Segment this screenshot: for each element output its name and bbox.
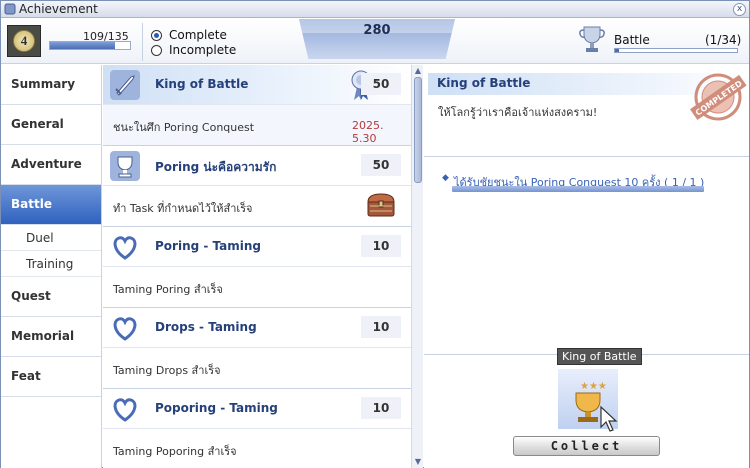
header-bar: 4 109/135 Complete Incomplete 280 Battle… [1,19,749,64]
achievement-desc: ทำ Task ที่กำหนดไว้ให้สำเร็จ [113,202,253,215]
level-number: 4 [13,30,35,52]
category-progress-fill [615,49,619,52]
sidebar-item-feat[interactable]: Feat [1,357,101,397]
list-item-body[interactable]: Taming Drops สำเร็จ [103,348,411,388]
list-scrollbar[interactable]: ▲ ▼ [411,65,423,468]
trophy-icon [110,151,140,181]
header-divider [142,23,143,61]
sword-icon [110,70,140,100]
total-points-box: 280 [299,19,455,59]
list-item-body[interactable]: ชนะในศึก Poring Conquest 2025. 5.30 [103,105,411,145]
heart-icon [113,398,137,422]
list-item[interactable]: Poporing - Taming 10 Taming Poporing สำเ… [103,389,411,468]
category-label: Battle [614,33,650,47]
level-badge: 4 [7,25,41,57]
scroll-up-icon[interactable]: ▲ [413,66,423,76]
achievement-score: 10 [361,235,401,257]
achievement-score: 10 [361,316,401,338]
detail-title: King of Battle [437,76,531,90]
achievement-name: King of Battle [155,77,249,91]
achievement-window: Achievement x 4 109/135 Complete Incompl… [0,0,750,468]
chest-icon [367,193,395,217]
category-progress-bar [614,48,738,53]
sidebar-item-training[interactable]: Training [1,251,101,277]
filter-incomplete-label: Incomplete [169,43,237,57]
achievement-desc: Taming Drops สำเร็จ [113,364,221,377]
list-item[interactable]: Poring - Taming 10 Taming Poring สำเร็จ [103,227,411,308]
achievement-desc: Taming Poporing สำเร็จ [113,445,237,458]
filter-complete-label: Complete [169,28,227,42]
achievement-score: 10 [361,397,401,419]
heart-icon [113,236,137,260]
list-item-body[interactable]: Taming Poporing สำเร็จ [103,429,411,468]
achievement-list: King of Battle 50 ชนะในศึก Poring Conque… [103,65,411,468]
title-bar[interactable]: Achievement x [1,1,749,18]
achievement-name: Drops - Taming [155,320,257,334]
sidebar-item-battle[interactable]: Battle [1,185,101,225]
filter-complete[interactable]: Complete [151,28,227,42]
detail-divider [424,156,749,157]
list-item-body[interactable]: Taming Poring สำเร็จ [103,267,411,307]
list-item[interactable]: King of Battle 50 ชนะในศึก Poring Conque… [103,65,411,146]
list-item[interactable]: Poring น่ะคือความรัก 50 ทำ Task ที่กำหนด… [103,146,411,227]
total-progress-bar [49,41,131,50]
requirement-progress-bar [452,186,704,192]
scroll-thumb[interactable] [414,77,422,183]
trophy-icon [579,26,605,52]
achievement-name: Poporing - Taming [155,401,278,415]
sidebar-item-adventure[interactable]: Adventure [1,145,101,185]
total-points: 280 [363,23,391,38]
list-item-header[interactable]: Poring น่ะคือความรัก 50 [103,146,411,186]
achievement-score: 50 [361,154,401,176]
achievement-score: 50 [361,73,401,95]
category-sidebar: Summary General Adventure Battle Duel Tr… [1,65,102,468]
list-item[interactable]: Drops - Taming 10 Taming Drops สำเร็จ [103,308,411,389]
achievement-name: Poring น่ะคือความรัก [155,160,277,174]
category-count: (1/34) [705,33,742,47]
achievement-name: Poring - Taming [155,239,262,253]
total-progress-fill [50,42,115,49]
window-icon [4,3,16,15]
list-item-header[interactable]: Drops - Taming 10 [103,308,411,348]
window-title: Achievement [19,2,98,16]
list-item-header[interactable]: Poporing - Taming 10 [103,389,411,429]
completed-stamp: COMPLETED [689,73,747,121]
filter-incomplete[interactable]: Incomplete [151,43,236,57]
achievement-detail: King of Battle ให้โลกรู้ว่าเราคือเจ้าแห่… [424,65,749,468]
mouse-cursor-icon [600,405,618,432]
list-item-header[interactable]: Poring - Taming 10 [103,227,411,267]
sidebar-item-memorial[interactable]: Memorial [1,317,101,357]
radio-complete[interactable] [151,29,162,41]
close-icon[interactable]: x [733,3,746,16]
radio-incomplete[interactable] [151,44,162,56]
sidebar-item-duel[interactable]: Duel [1,225,101,251]
sidebar-item-summary[interactable]: Summary [1,65,101,105]
collect-button[interactable]: Collect [513,436,660,456]
sidebar-item-quest[interactable]: Quest [1,277,101,317]
achievement-desc: ชนะในศึก Poring Conquest [113,121,255,134]
achievement-desc: Taming Poring สำเร็จ [113,283,223,296]
requirement-bullet-icon: ◆ [442,173,449,183]
reward-tooltip: King of Battle [557,348,642,365]
heart-icon [113,317,137,341]
scroll-down-icon[interactable]: ▼ [413,457,423,467]
list-item-body[interactable]: ทำ Task ที่กำหนดไว้ให้สำเร็จ [103,186,411,226]
completion-date: 2025. 5.30 [352,119,384,145]
list-item-header[interactable]: King of Battle 50 [103,65,411,105]
svg-text:★★★: ★★★ [580,381,607,392]
detail-description: ให้โลกรู้ว่าเราคือเจ้าแห่งสงคราม! [438,106,598,119]
sidebar-item-general[interactable]: General [1,105,101,145]
